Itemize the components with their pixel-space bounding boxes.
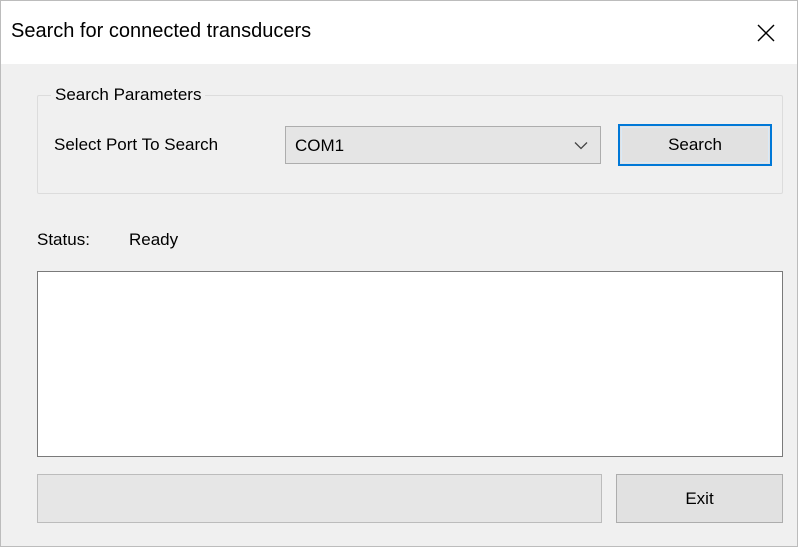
port-select-value: COM1 — [295, 136, 345, 155]
status-label: Status: — [37, 230, 90, 249]
title-bar: Search for connected transducers — [1, 1, 797, 64]
results-list[interactable] — [37, 271, 783, 457]
close-button[interactable] — [735, 1, 797, 64]
close-icon — [757, 24, 775, 41]
chevron-down-icon — [574, 142, 588, 150]
search-parameters-legend: Search Parameters — [51, 85, 206, 105]
exit-button[interactable]: Exit — [616, 474, 783, 523]
search-progress-bar — [37, 474, 602, 523]
status-value: Ready — [129, 230, 179, 249]
search-button-label: Search — [668, 135, 722, 154]
port-select-dropdown[interactable]: COM1 — [285, 126, 601, 164]
port-select-label: Select Port To Search — [54, 135, 219, 154]
search-button[interactable]: Search — [618, 124, 772, 166]
search-parameters-group: Search Parameters Select Port To Search … — [37, 85, 783, 194]
window-title: Search for connected transducers — [11, 20, 312, 42]
exit-button-label: Exit — [685, 488, 714, 508]
dialog-window: Search for connected transducers Search … — [0, 0, 798, 547]
